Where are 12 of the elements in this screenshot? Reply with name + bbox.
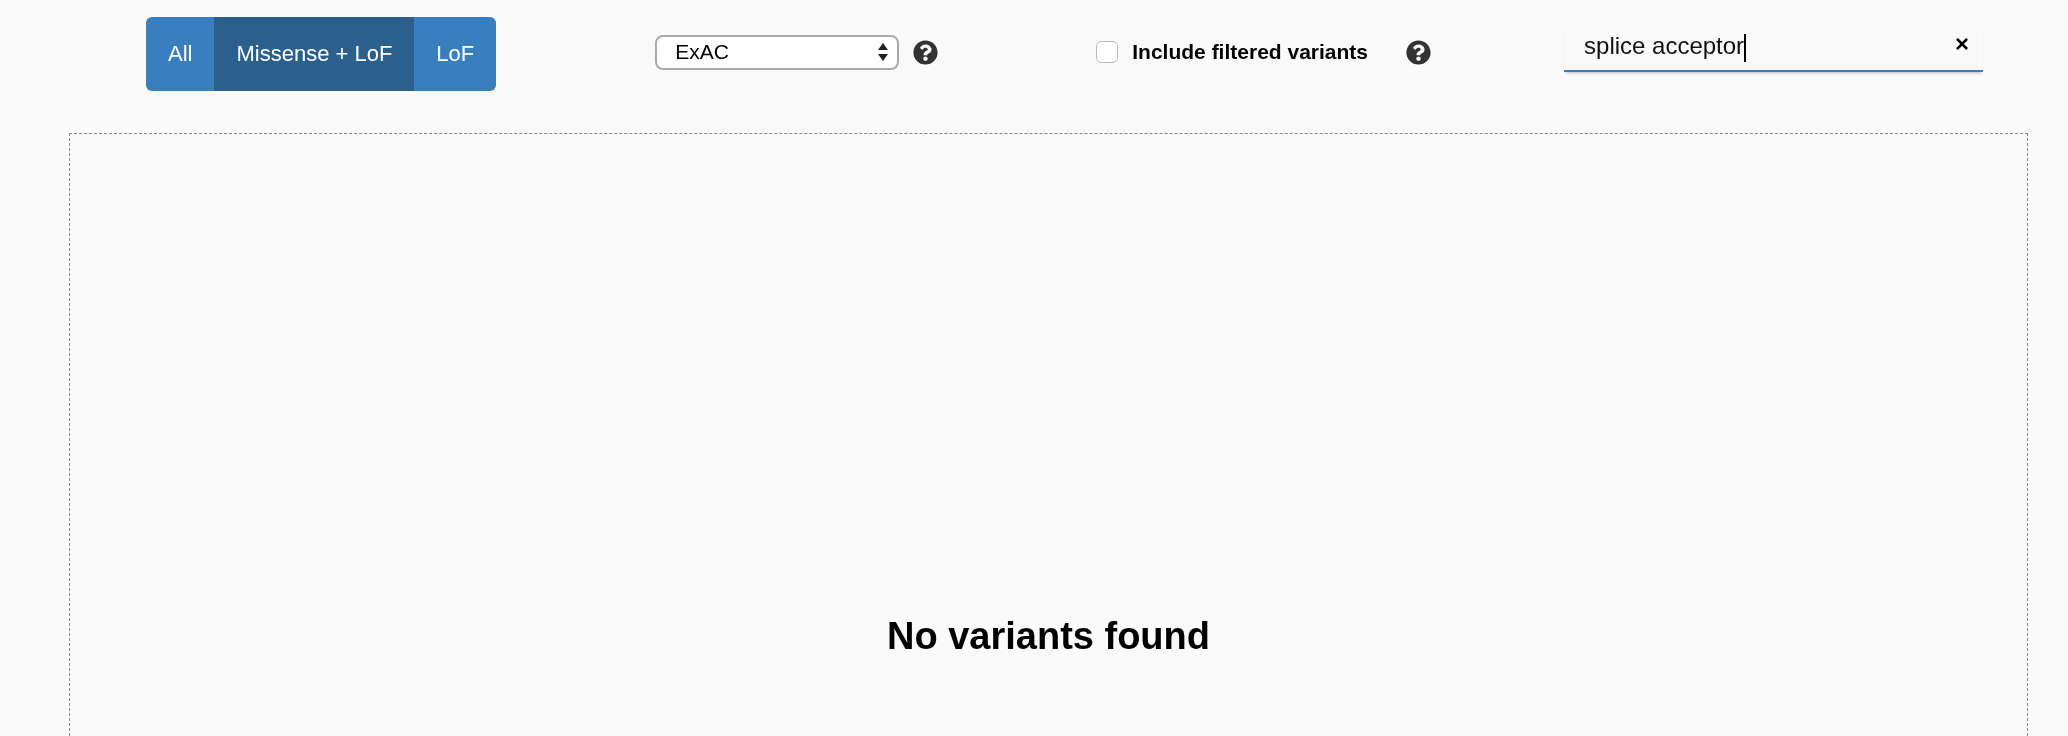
dropdown-arrows-icon [877, 42, 890, 62]
clear-button[interactable]: × [1941, 30, 1984, 58]
dataset-select[interactable]: ExAC [655, 34, 900, 70]
checkbox-label: Include filtered variants [1132, 40, 1369, 64]
filter-button[interactable]: LoF [414, 17, 497, 91]
help-icon[interactable] [913, 39, 939, 65]
filter-button[interactable]: Missense + LoF [214, 17, 415, 91]
help-icon[interactable] [1406, 39, 1432, 65]
checkbox[interactable] [1096, 41, 1119, 63]
filter-button[interactable]: All [146, 17, 215, 91]
search-field[interactable]: splice acceptor × [1564, 24, 1984, 72]
empty-message: No variants found [887, 615, 1210, 659]
